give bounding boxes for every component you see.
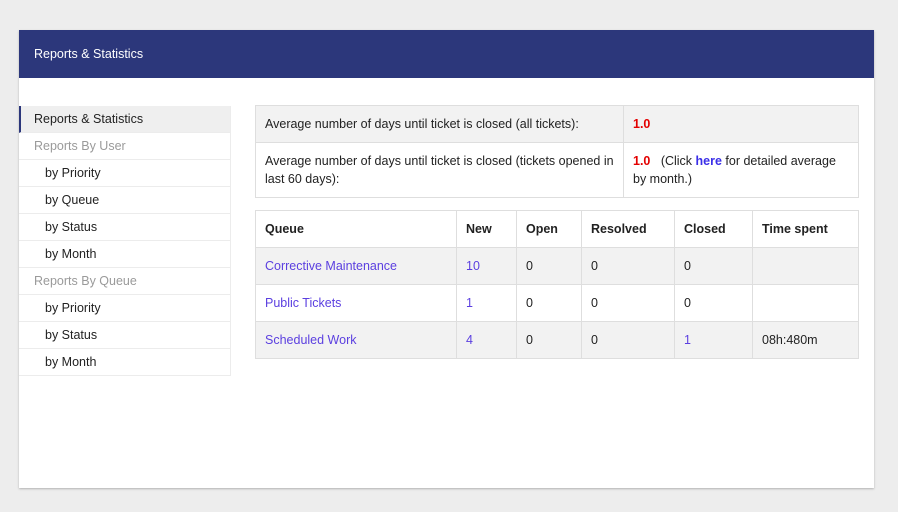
open-count: 0 bbox=[516, 321, 582, 359]
table-row: Public Tickets 1 0 0 0 bbox=[255, 284, 859, 322]
sidebar-item-user-by-status[interactable]: by Status bbox=[19, 214, 231, 241]
avg-row-all: Average number of days until ticket is c… bbox=[255, 105, 859, 143]
avg-all-value-cell: 1.0 bbox=[623, 105, 859, 143]
sidebar-item-queue-by-status[interactable]: by Status bbox=[19, 322, 231, 349]
col-header-resolved: Resolved bbox=[581, 210, 675, 248]
queue-table-header: Queue New Open Resolved Closed Time spen… bbox=[255, 210, 859, 248]
col-header-closed: Closed bbox=[674, 210, 753, 248]
sidebar-group-reports-by-queue: Reports By Queue bbox=[19, 268, 231, 295]
resolved-count: 0 bbox=[581, 247, 675, 285]
queue-link[interactable]: Public Tickets bbox=[265, 296, 341, 310]
queue-link[interactable]: Scheduled Work bbox=[265, 333, 357, 347]
avg-last60-value: 1.0 bbox=[633, 154, 651, 168]
avg-last60-label: Average number of days until ticket is c… bbox=[255, 142, 624, 198]
resolved-count: 0 bbox=[581, 321, 675, 359]
panel-header: Reports & Statistics bbox=[19, 30, 874, 78]
time-spent bbox=[752, 284, 859, 322]
open-count: 0 bbox=[516, 247, 582, 285]
queue-link[interactable]: Corrective Maintenance bbox=[265, 259, 397, 273]
new-count-link[interactable]: 10 bbox=[466, 259, 480, 273]
main-content: Average number of days until ticket is c… bbox=[255, 105, 859, 359]
avg-all-value: 1.0 bbox=[633, 117, 651, 131]
col-header-queue: Queue bbox=[255, 210, 457, 248]
table-row: Scheduled Work 4 0 0 1 08h:480m bbox=[255, 321, 859, 359]
page-title: Reports & Statistics bbox=[34, 47, 144, 61]
detailed-average-link[interactable]: here bbox=[696, 154, 722, 168]
reports-panel: Reports & Statistics Reports & Statistic… bbox=[19, 30, 874, 488]
avg-all-label: Average number of days until ticket is c… bbox=[255, 105, 624, 143]
sidebar-item-user-by-priority[interactable]: by Priority bbox=[19, 160, 231, 187]
avg-row-last60: Average number of days until ticket is c… bbox=[255, 142, 859, 198]
open-count: 0 bbox=[516, 284, 582, 322]
queue-stats-table: Queue New Open Resolved Closed Time spen… bbox=[255, 210, 859, 359]
col-header-new: New bbox=[456, 210, 517, 248]
closed-count-link[interactable]: 1 bbox=[684, 333, 691, 347]
average-days-table: Average number of days until ticket is c… bbox=[255, 105, 859, 198]
sidebar-item-reports-statistics[interactable]: Reports & Statistics bbox=[19, 106, 231, 133]
sidebar-item-queue-by-priority[interactable]: by Priority bbox=[19, 295, 231, 322]
sidebar-nav: Reports & Statistics Reports By User by … bbox=[19, 106, 231, 376]
col-header-time-spent: Time spent bbox=[752, 210, 859, 248]
closed-count: 0 bbox=[674, 247, 753, 285]
avg-note-prefix: (Click bbox=[660, 154, 696, 168]
new-count-link[interactable]: 1 bbox=[466, 296, 473, 310]
sidebar-item-user-by-queue[interactable]: by Queue bbox=[19, 187, 231, 214]
sidebar-group-reports-by-user: Reports By User bbox=[19, 133, 231, 160]
new-count-link[interactable]: 4 bbox=[466, 333, 473, 347]
avg-last60-value-cell: 1.0 (Click here for detailed average by … bbox=[623, 142, 859, 198]
sidebar-item-user-by-month[interactable]: by Month bbox=[19, 241, 231, 268]
time-spent bbox=[752, 247, 859, 285]
time-spent: 08h:480m bbox=[752, 321, 859, 359]
resolved-count: 0 bbox=[581, 284, 675, 322]
sidebar-item-queue-by-month[interactable]: by Month bbox=[19, 349, 231, 376]
col-header-open: Open bbox=[516, 210, 582, 248]
closed-count: 0 bbox=[674, 284, 753, 322]
table-row: Corrective Maintenance 10 0 0 0 bbox=[255, 247, 859, 285]
